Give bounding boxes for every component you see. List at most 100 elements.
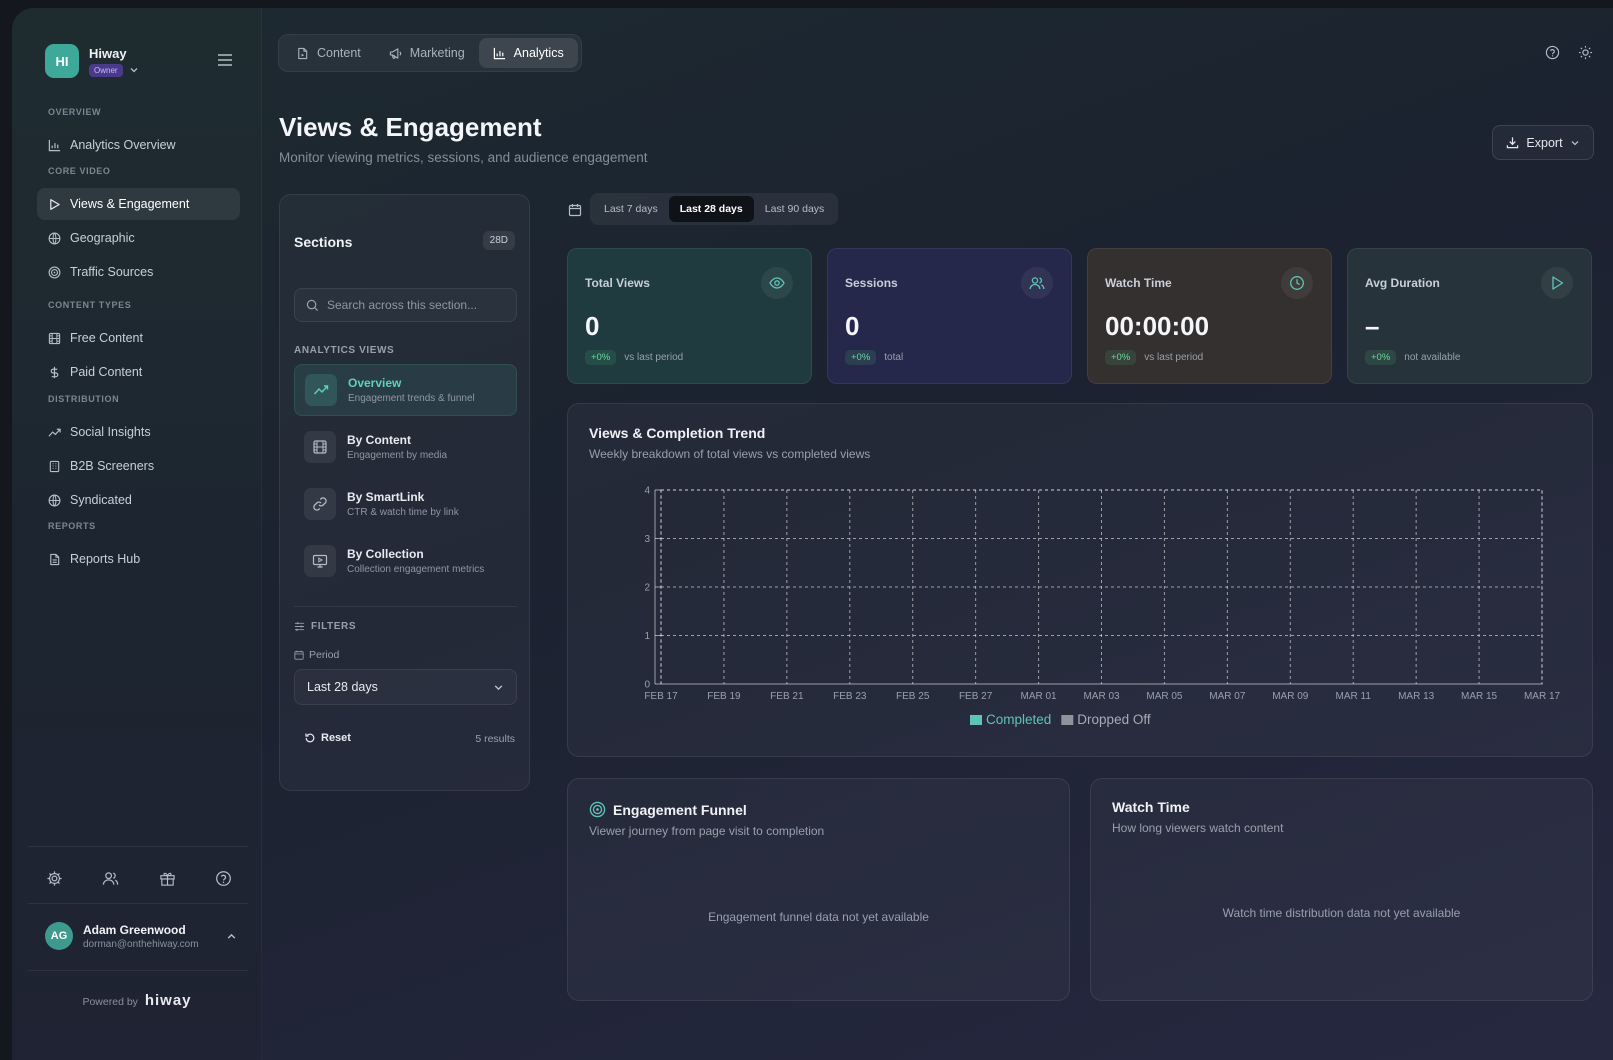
stat-value: 0 bbox=[585, 311, 600, 341]
film-icon bbox=[48, 332, 61, 344]
hamburger-menu-icon[interactable] bbox=[217, 53, 233, 67]
sidebar-item-traffic-sources[interactable]: Traffic Sources bbox=[37, 256, 240, 288]
x-tick-label: MAR 01 bbox=[1021, 691, 1058, 702]
period-label-text: Period bbox=[309, 649, 340, 661]
users-icon[interactable] bbox=[102, 870, 119, 887]
divider bbox=[28, 970, 248, 971]
range-last-28-days[interactable]: Last 28 days bbox=[668, 196, 754, 222]
stat-card-watch-time: Watch Time 00:00:00 +0% vs last period bbox=[1087, 248, 1332, 384]
legend-label: Dropped Off bbox=[1077, 712, 1151, 727]
tab-marketing[interactable]: Marketing bbox=[375, 38, 479, 68]
workspace-switcher[interactable]: HI Hiway Owner bbox=[45, 44, 139, 78]
y-tick-label: 2 bbox=[644, 583, 650, 594]
x-tick-label: FEB 23 bbox=[833, 691, 867, 702]
sidebar-item-label: Analytics Overview bbox=[70, 138, 176, 152]
target-icon bbox=[48, 266, 61, 278]
help-icon[interactable] bbox=[215, 870, 232, 887]
megaphone-icon bbox=[389, 47, 402, 59]
reset-icon bbox=[305, 733, 315, 743]
period-badge: 28D bbox=[482, 231, 515, 250]
gear-icon[interactable] bbox=[46, 870, 63, 887]
delta-badge: +0% bbox=[1365, 350, 1397, 365]
watch-time-title: Watch Time bbox=[1112, 799, 1190, 815]
section-search[interactable] bbox=[294, 288, 517, 322]
building-icon bbox=[49, 460, 60, 472]
sections-panel: Sections 28D ANALYTICS VIEWS Overview En… bbox=[279, 194, 530, 791]
reset-button[interactable]: Reset bbox=[304, 732, 351, 744]
gift-icon[interactable] bbox=[159, 870, 176, 887]
sidebar-item-label: Syndicated bbox=[70, 493, 132, 507]
bar-chart-icon bbox=[48, 139, 61, 151]
clock-icon bbox=[1290, 276, 1304, 290]
chevron-down-icon bbox=[1571, 140, 1579, 145]
sidebar-item-analytics-overview[interactable]: Analytics Overview bbox=[37, 129, 240, 161]
globe-icon bbox=[48, 232, 61, 244]
stat-label: Sessions bbox=[845, 276, 898, 290]
view-item-name: By Content bbox=[347, 433, 411, 447]
stat-note: vs last period bbox=[1144, 352, 1204, 363]
range-last-7-days[interactable]: Last 7 days bbox=[593, 196, 669, 222]
funnel-subtitle: Viewer journey from page visit to comple… bbox=[589, 824, 825, 838]
view-item-by-content[interactable]: By Content Engagement by media bbox=[294, 421, 517, 473]
nav-section-core-video: CORE VIDEO bbox=[48, 166, 111, 176]
period-select[interactable]: Last 28 days bbox=[294, 669, 517, 705]
avatar: AG bbox=[45, 922, 73, 950]
nav-section-distribution: DISTRIBUTION bbox=[48, 394, 120, 404]
sidebar-item-reports-hub[interactable]: Reports Hub bbox=[37, 543, 240, 575]
stat-card-avg-duration: Avg Duration – +0% not available bbox=[1347, 248, 1592, 384]
view-item-desc: Engagement trends & funnel bbox=[348, 393, 475, 404]
stat-note: vs last period bbox=[624, 352, 684, 363]
trend-up-icon bbox=[313, 385, 329, 395]
x-tick-label: FEB 27 bbox=[959, 691, 993, 702]
view-item-desc: Collection engagement metrics bbox=[347, 564, 485, 575]
sidebar-item-social-insights[interactable]: Social Insights bbox=[37, 416, 240, 448]
x-tick-label: MAR 09 bbox=[1272, 691, 1309, 702]
view-item-by-smartlink[interactable]: By SmartLink CTR & watch time by link bbox=[294, 478, 517, 530]
sidebar-item-free-content[interactable]: Free Content bbox=[37, 322, 240, 354]
view-item-desc: CTR & watch time by link bbox=[347, 507, 459, 518]
hiway-logo: hiway bbox=[144, 992, 192, 1009]
tab-analytics[interactable]: Analytics bbox=[478, 38, 578, 68]
view-item-name: By SmartLink bbox=[347, 490, 425, 504]
export-button[interactable]: Export bbox=[1492, 125, 1594, 160]
search-input[interactable] bbox=[327, 298, 507, 312]
watch-time-subtitle: How long viewers watch content bbox=[1112, 821, 1284, 835]
download-icon bbox=[1507, 137, 1519, 149]
dollar-icon bbox=[50, 366, 59, 378]
sidebar-item-paid-content[interactable]: Paid Content bbox=[37, 356, 240, 388]
sidebar-item-syndicated[interactable]: Syndicated bbox=[37, 484, 240, 516]
powered-by-label: Powered by bbox=[82, 996, 138, 1008]
tab-content[interactable]: Content bbox=[282, 38, 375, 68]
help-icon[interactable] bbox=[1545, 45, 1560, 60]
view-item-overview[interactable]: Overview Engagement trends & funnel bbox=[294, 364, 517, 416]
x-tick-label: FEB 17 bbox=[644, 691, 678, 702]
sidebar-item-geographic[interactable]: Geographic bbox=[37, 222, 240, 254]
funnel-empty-message: Engagement funnel data not yet available bbox=[708, 910, 929, 924]
role-badge: Owner bbox=[89, 63, 123, 77]
funnel-title: Engagement Funnel bbox=[613, 801, 747, 818]
trend-up-icon bbox=[48, 428, 61, 437]
stat-value: 0 bbox=[845, 311, 860, 341]
sidebar-item-label: Traffic Sources bbox=[70, 265, 154, 279]
user-menu[interactable]: AG Adam Greenwood dorman@onthehiway.com bbox=[45, 922, 237, 950]
sun-icon[interactable] bbox=[1578, 45, 1593, 60]
results-count: 5 results bbox=[475, 733, 515, 745]
workspace-name: Hiway bbox=[89, 45, 127, 61]
view-item-name: Overview bbox=[348, 376, 402, 390]
stat-note: total bbox=[884, 352, 904, 363]
x-tick-label: FEB 25 bbox=[896, 691, 930, 702]
film-icon bbox=[313, 440, 327, 454]
play-icon bbox=[1552, 276, 1564, 290]
view-item-by-collection[interactable]: By Collection Collection engagement metr… bbox=[294, 535, 517, 587]
range-last-90-days[interactable]: Last 90 days bbox=[754, 196, 836, 222]
chart-subtitle: Weekly breakdown of total views vs compl… bbox=[589, 447, 871, 461]
sidebar-item-views-engagement[interactable]: Views & Engagement bbox=[37, 188, 240, 220]
sidebar-item-b2b-screeners[interactable]: B2B Screeners bbox=[37, 450, 240, 482]
monitor-play-icon bbox=[312, 554, 328, 568]
tab-label: Analytics bbox=[513, 46, 564, 60]
period-label: Period bbox=[294, 649, 339, 661]
app-window: HI Hiway Owner OVERVIEW Analytics Overvi… bbox=[12, 8, 1613, 1060]
watch-time-empty-message: Watch time distribution data not yet ava… bbox=[1222, 906, 1461, 920]
view-item-desc: Engagement by media bbox=[347, 450, 448, 461]
stat-label: Total Views bbox=[585, 276, 650, 290]
